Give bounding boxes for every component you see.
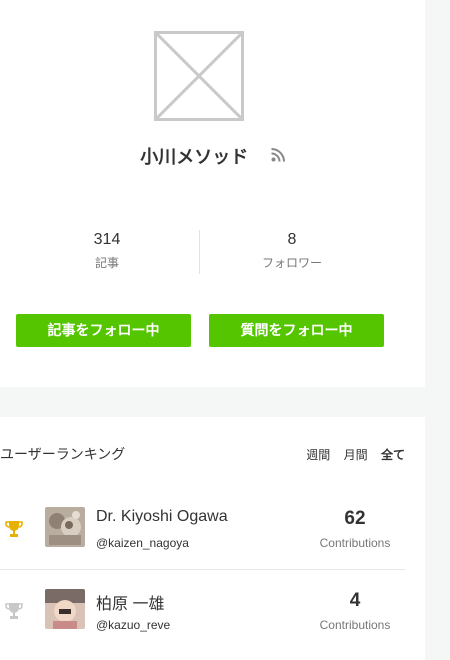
stat-articles-label: 記事 <box>94 256 119 270</box>
user-name[interactable]: Dr. Kiyoshi Ogawa <box>96 508 228 526</box>
ranking-card: ユーザーランキング 週間 月間 全て Dr. Kiyoshi Ogawa @ka… <box>0 417 425 660</box>
ranking-tabs: 週間 月間 全て <box>296 446 405 463</box>
avatar[interactable] <box>45 507 85 547</box>
user-handle[interactable]: @kaizen_nagoya <box>96 536 189 550</box>
follow-questions-button[interactable]: 質問をフォロー中 <box>209 314 384 347</box>
stat-articles-value: 314 <box>93 231 121 248</box>
contributions-label: Contributions <box>319 618 391 632</box>
contributions-value: 4 <box>349 590 361 611</box>
gold-trophy-icon <box>4 519 24 539</box>
tab-weekly[interactable]: 週間 <box>306 448 330 462</box>
contributions-value: 62 <box>344 508 366 529</box>
ranking-row: 柏原 一雄 @kazuo_reve 4 Contributions <box>0 569 405 649</box>
broken-image-icon <box>157 34 241 118</box>
silver-trophy-icon <box>4 601 24 621</box>
contributions: 4 Contributions <box>305 589 405 632</box>
profile-name-row: 小川メソッド <box>0 143 425 169</box>
avatar[interactable] <box>45 589 85 629</box>
profile-stats: 314 記事 8 フォロワー <box>0 230 425 274</box>
profile-card: 小川メソッド 314 記事 8 フォロワー 記事をフォロー中 質問をフォロー中 <box>0 0 425 387</box>
contributions: 62 Contributions <box>305 507 405 550</box>
contributions-label: Contributions <box>319 536 391 550</box>
profile-avatar-placeholder <box>154 31 244 121</box>
ranking-header: ユーザーランキング 週間 月間 全て <box>0 444 425 464</box>
stat-followers-value: 8 <box>287 231 297 248</box>
ranking-title: ユーザーランキング <box>0 446 126 462</box>
ranking-row: Dr. Kiyoshi Ogawa @kaizen_nagoya 62 Cont… <box>0 487 405 567</box>
tab-all[interactable]: 全て <box>381 448 405 462</box>
stat-articles[interactable]: 314 記事 <box>7 230 207 271</box>
tab-monthly[interactable]: 月間 <box>344 448 368 462</box>
stat-followers[interactable]: 8 フォロワー <box>192 230 392 271</box>
profile-name: 小川メソッド <box>140 147 249 167</box>
follow-articles-button[interactable]: 記事をフォロー中 <box>16 314 191 347</box>
stat-followers-label: フォロワー <box>261 256 322 270</box>
rss-icon[interactable] <box>271 148 285 162</box>
user-handle[interactable]: @kazuo_reve <box>96 618 170 632</box>
user-name[interactable]: 柏原 一雄 <box>96 590 164 614</box>
